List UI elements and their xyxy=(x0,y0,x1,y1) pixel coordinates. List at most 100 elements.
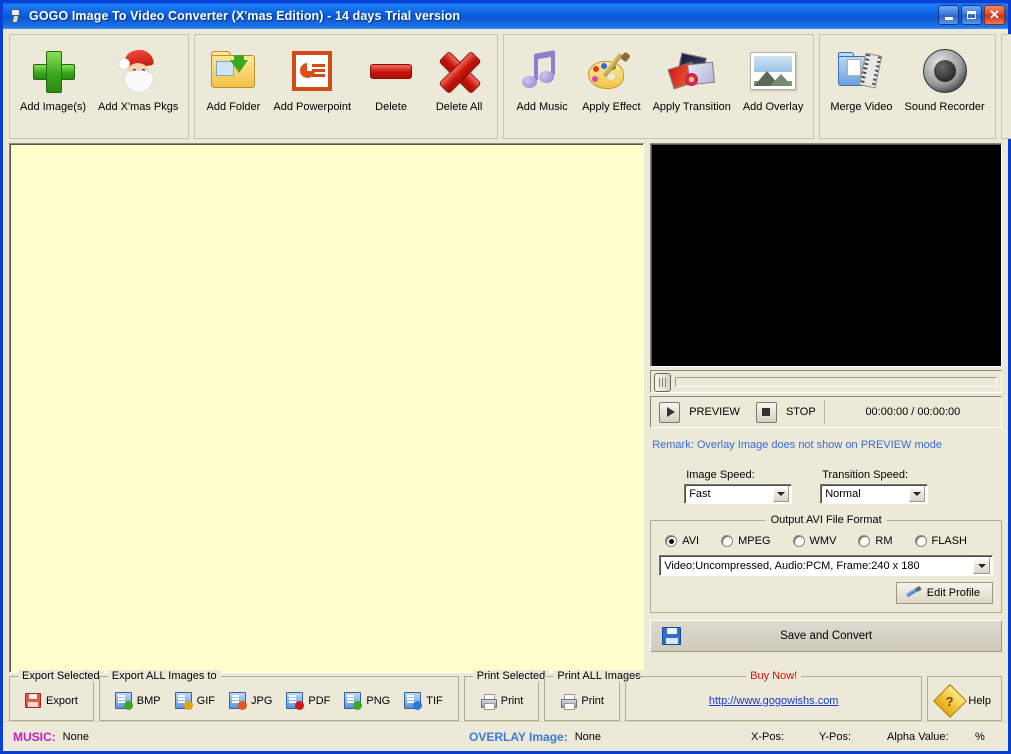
file-tif-icon xyxy=(404,692,423,710)
print-all-button[interactable]: Print xyxy=(553,692,611,710)
print-label: Print xyxy=(581,694,604,707)
save-and-convert-label: Save and Convert xyxy=(780,630,873,642)
preview-play-button[interactable]: PREVIEW xyxy=(651,397,748,427)
question-mark-icon: ? xyxy=(933,683,968,718)
maximize-button[interactable] xyxy=(961,5,982,25)
transition-speed-group: Transition Speed: Normal xyxy=(820,469,929,504)
video-preview-area[interactable] xyxy=(650,143,1002,367)
main-toolbar: Add Image(s) Add X'mas Pkgs Add Folder A… xyxy=(9,34,1011,139)
application-window: GOGO Image To Video Converter (X'mas Edi… xyxy=(0,0,1011,754)
export-pdf-button[interactable]: PDF xyxy=(279,690,337,711)
buy-now-link[interactable]: http://www.gogowishs.com xyxy=(709,695,839,707)
export-format-label: PNG xyxy=(366,694,391,707)
buy-now-link-wrap: http://www.gogowishs.com xyxy=(634,695,913,707)
toolbar-label: Delete All xyxy=(435,101,483,113)
percent-label: % xyxy=(975,730,985,743)
toolbar-button-add-powerpoint[interactable]: Add Powerpoint xyxy=(267,39,357,115)
file-gif-icon xyxy=(174,692,193,710)
overlay-value: None xyxy=(574,730,601,743)
toolbar-button-delete[interactable]: Delete xyxy=(357,39,425,115)
export-gif-button[interactable]: GIF xyxy=(168,690,222,711)
preview-seek-slider[interactable] xyxy=(650,370,1002,393)
merge-video-icon xyxy=(833,43,889,99)
file-png-icon xyxy=(344,692,363,710)
toolbar-group-add-images: Add Image(s) Add X'mas Pkgs xyxy=(9,34,190,139)
radio-label: AVI xyxy=(682,535,700,547)
status-bar: MUSIC: None OVERLAY Image: None X-Pos: Y… xyxy=(3,721,1008,751)
export-selected-button[interactable]: Export xyxy=(18,691,85,710)
toolbar-button-merge-video[interactable]: Merge Video xyxy=(824,39,898,115)
app-icon xyxy=(8,8,24,24)
image-list-panel[interactable] xyxy=(9,143,645,673)
print-selected-button[interactable]: Print xyxy=(473,692,531,710)
transition-speed-select[interactable]: Normal xyxy=(820,484,929,504)
chevron-down-icon[interactable] xyxy=(973,557,990,574)
toolbar-button-exit[interactable]: Exit xyxy=(1006,39,1011,115)
radio-mpeg[interactable]: MPEG xyxy=(721,535,771,547)
toolbar-button-add-xmas-pkgs[interactable]: Add X'mas Pkgs xyxy=(92,39,184,115)
transition-speed-value: Normal xyxy=(825,488,861,500)
export-icon xyxy=(25,693,41,708)
export-format-label: PDF xyxy=(308,694,331,707)
toolbar-group-sources: Add Folder Add Powerpoint Delete Delete … xyxy=(194,34,499,139)
image-speed-value: Fast xyxy=(689,488,711,500)
image-speed-select[interactable]: Fast xyxy=(684,484,793,504)
profile-select[interactable]: Video:Uncompressed, Audio:PCM, Frame:240… xyxy=(659,555,993,576)
export-tif-button[interactable]: TIF xyxy=(397,690,450,711)
buy-now-title: Buy Now! xyxy=(746,670,802,682)
export-format-label: JPG xyxy=(250,694,273,707)
toolbar-label: Apply Effect xyxy=(582,101,641,113)
export-selected-group: Export Selected Export xyxy=(9,670,104,721)
toolbar-button-apply-effect[interactable]: Apply Effect xyxy=(576,39,647,115)
speaker-icon xyxy=(917,43,973,99)
radio-flash[interactable]: FLASH xyxy=(914,535,967,547)
minus-icon xyxy=(363,43,419,99)
xpos-label: X-Pos: xyxy=(751,730,785,743)
export-format-label: BMP xyxy=(136,694,161,707)
radio-label: RM xyxy=(875,535,893,547)
music-label: MUSIC: xyxy=(13,729,56,744)
folder-import-icon xyxy=(205,43,261,99)
plus-icon xyxy=(25,43,81,99)
speed-settings: Image Speed: Fast Transition Speed: Norm… xyxy=(650,457,1002,510)
help-button[interactable]: ? Help xyxy=(930,683,999,718)
x-cross-icon xyxy=(431,43,487,99)
file-bmp-icon xyxy=(114,692,133,710)
toolbar-button-sound-recorder[interactable]: Sound Recorder xyxy=(899,39,991,115)
toolbar-group-media: Add Music Apply Effect Apply Transition … xyxy=(503,34,815,139)
export-jpg-button[interactable]: JPG xyxy=(222,690,279,711)
print-selected-title: Print Selected xyxy=(472,670,550,682)
toolbar-button-add-music[interactable]: Add Music xyxy=(508,39,576,115)
toolbar-button-add-folder[interactable]: Add Folder xyxy=(199,39,267,115)
pencil-icon xyxy=(905,585,922,600)
slider-track xyxy=(675,377,997,387)
export-png-button[interactable]: PNG xyxy=(337,690,397,711)
toolbar-button-delete-all[interactable]: Delete All xyxy=(425,39,493,115)
chevron-down-icon[interactable] xyxy=(909,486,926,502)
slider-thumb[interactable] xyxy=(654,373,672,392)
transition-speed-label: Transition Speed: xyxy=(822,469,909,481)
toolbar-label: Add Overlay xyxy=(742,101,804,113)
help-label: Help xyxy=(968,694,991,707)
close-button[interactable]: ✕ xyxy=(984,5,1005,25)
export-selected-title: Export Selected xyxy=(18,670,104,682)
radio-wmv[interactable]: WMV xyxy=(792,535,836,547)
export-bmp-button[interactable]: BMP xyxy=(108,690,168,711)
preview-controls: PREVIEW STOP 00:00:00 / 00:00:00 xyxy=(650,396,1002,428)
play-icon xyxy=(659,401,681,423)
palette-icon xyxy=(583,43,639,99)
export-all-title: Export ALL Images to xyxy=(107,670,221,682)
transition-photos-icon xyxy=(664,43,720,99)
edit-profile-button[interactable]: Edit Profile xyxy=(895,582,993,604)
toolbar-button-add-images[interactable]: Add Image(s) xyxy=(14,39,92,115)
preview-stop-button[interactable]: STOP xyxy=(748,397,824,427)
minimize-icon xyxy=(944,16,953,20)
save-and-convert-button[interactable]: Save and Convert xyxy=(650,620,1002,652)
radio-rm[interactable]: RM xyxy=(858,535,893,547)
chevron-down-icon[interactable] xyxy=(773,486,790,502)
toolbar-group-tools: Merge Video Sound Recorder xyxy=(819,34,996,139)
toolbar-button-apply-transition[interactable]: Apply Transition xyxy=(647,39,737,115)
toolbar-button-add-overlay[interactable]: Add Overlay xyxy=(737,39,810,115)
radio-avi[interactable]: AVI xyxy=(665,535,699,547)
minimize-button[interactable] xyxy=(938,5,959,25)
